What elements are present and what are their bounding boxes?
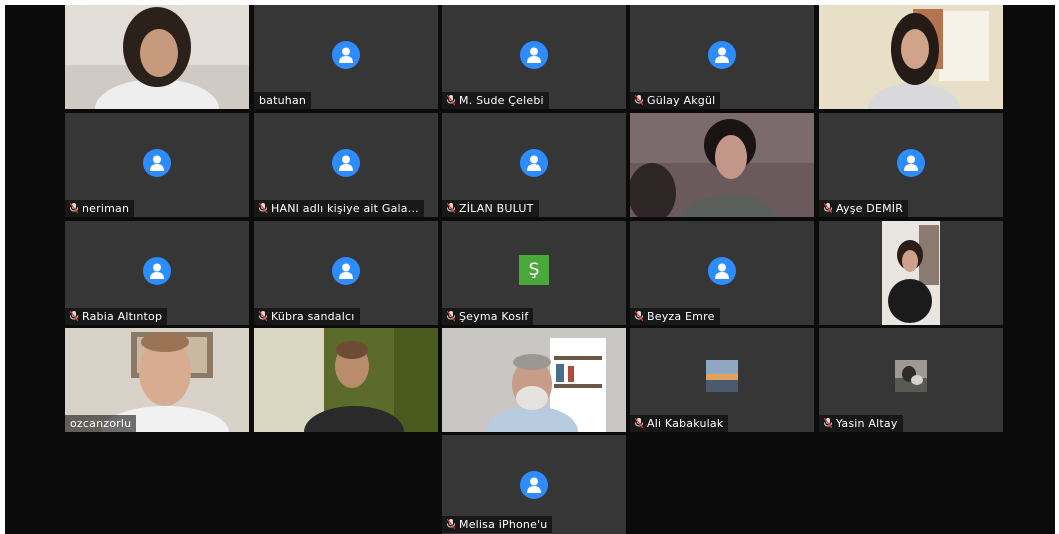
participant-video-tile[interactable]: ozcanzorlu xyxy=(65,328,249,432)
profile-photo xyxy=(895,360,927,392)
user-avatar-icon xyxy=(143,149,171,177)
letter-avatar: Ş xyxy=(519,255,549,285)
participant-tile[interactable]: Beyza Emre xyxy=(630,221,814,325)
user-avatar-icon xyxy=(708,41,736,69)
participant-tile[interactable]: M. Sude Çelebi xyxy=(442,5,626,109)
video-gallery: batuhan M. Sude Çelebi Gülay Akgül nerim… xyxy=(5,5,1055,534)
participant-name: Beyza Emre xyxy=(630,308,720,325)
participant-name: Ali Kabakulak xyxy=(630,415,729,432)
user-avatar-icon xyxy=(332,257,360,285)
muted-mic-icon xyxy=(447,203,455,213)
participant-tile[interactable]: batuhan xyxy=(254,5,438,109)
muted-mic-icon xyxy=(259,203,267,213)
muted-mic-icon xyxy=(447,519,455,529)
participant-name: neriman xyxy=(65,200,135,217)
participant-name: ozcanzorlu xyxy=(65,415,137,432)
participant-tile[interactable]: Melisa iPhone'u xyxy=(442,435,626,534)
participant-tile[interactable]: Rabia Altıntop xyxy=(65,221,249,325)
participant-name: Şeyma Kosif xyxy=(442,308,534,325)
muted-mic-icon xyxy=(635,311,643,321)
participant-name: Melisa iPhone'u xyxy=(442,516,553,533)
profile-photo xyxy=(706,360,738,392)
participant-video xyxy=(882,221,940,325)
participant-video-tile[interactable] xyxy=(819,5,1003,109)
participant-name: HANI adlı kişiye ait Gala... xyxy=(254,200,424,217)
user-avatar-icon xyxy=(520,149,548,177)
participant-video-tile[interactable] xyxy=(442,328,626,432)
muted-mic-icon xyxy=(447,311,455,321)
participant-video xyxy=(442,328,626,432)
participant-video-tile[interactable] xyxy=(65,5,249,109)
user-avatar-icon xyxy=(332,41,360,69)
muted-mic-icon xyxy=(824,418,832,428)
participant-video xyxy=(65,5,249,109)
participant-tile[interactable]: Ş Şeyma Kosif xyxy=(442,221,626,325)
user-avatar-icon xyxy=(332,149,360,177)
participant-name: batuhan xyxy=(254,92,312,109)
user-avatar-icon xyxy=(143,257,171,285)
user-avatar-icon xyxy=(520,41,548,69)
participant-tile[interactable]: Kübra sandalcı xyxy=(254,221,438,325)
participant-name: Yasin Altay xyxy=(819,415,903,432)
muted-mic-icon xyxy=(635,418,643,428)
participant-tile[interactable]: Ali Kabakulak xyxy=(630,328,814,432)
participant-tile[interactable]: neriman xyxy=(65,113,249,217)
participant-name: M. Sude Çelebi xyxy=(442,92,549,109)
participant-name: ZİLAN BULUT xyxy=(442,200,539,217)
participant-tile[interactable]: Yasin Altay xyxy=(819,328,1003,432)
participant-video-tile[interactable] xyxy=(819,221,1003,325)
muted-mic-icon xyxy=(259,311,267,321)
muted-mic-icon xyxy=(70,311,78,321)
user-avatar-icon xyxy=(897,149,925,177)
user-avatar-icon xyxy=(708,257,736,285)
participant-video xyxy=(630,113,814,217)
participant-name: Kübra sandalcı xyxy=(254,308,360,325)
participant-video-tile[interactable] xyxy=(630,113,814,217)
participant-video xyxy=(254,328,438,432)
muted-mic-icon xyxy=(824,203,832,213)
participant-tile[interactable]: ZİLAN BULUT xyxy=(442,113,626,217)
participant-name: Rabia Altıntop xyxy=(65,308,168,325)
participant-tile[interactable]: HANI adlı kişiye ait Gala... xyxy=(254,113,438,217)
participant-video xyxy=(819,5,1003,109)
muted-mic-icon xyxy=(447,95,455,105)
muted-mic-icon xyxy=(70,203,78,213)
participant-tile[interactable]: Gülay Akgül xyxy=(630,5,814,109)
muted-mic-icon xyxy=(635,95,643,105)
user-avatar-icon xyxy=(520,471,548,499)
participant-name: Gülay Akgül xyxy=(630,92,721,109)
participant-name: Ayşe DEMİR xyxy=(819,200,909,217)
participant-tile[interactable]: Ayşe DEMİR xyxy=(819,113,1003,217)
participant-video-tile[interactable] xyxy=(254,328,438,432)
